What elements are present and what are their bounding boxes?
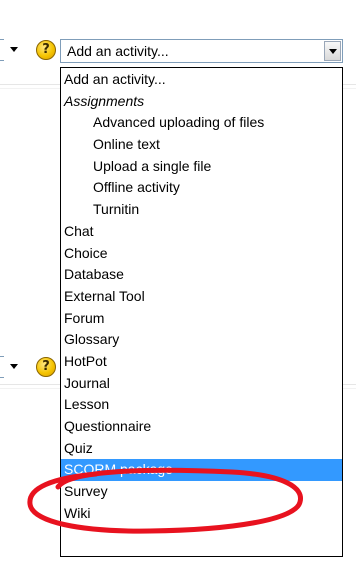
add-resource-select-edge[interactable]	[0, 39, 4, 61]
option-hotpot[interactable]: HotPot	[61, 351, 342, 373]
option-turnitin[interactable]: Turnitin	[61, 199, 342, 221]
option-upload-a-single-file[interactable]: Upload a single file	[61, 156, 342, 178]
option-survey[interactable]: Survey	[61, 481, 342, 503]
option-lesson[interactable]: Lesson	[61, 394, 342, 416]
select-dropdown-button[interactable]	[324, 41, 341, 61]
option-chat[interactable]: Chat	[61, 221, 342, 243]
option-scorm-package[interactable]: SCORM package	[61, 459, 342, 482]
activity-dropdown-list[interactable]: Add an activity... Assignments Advanced up…	[60, 67, 343, 557]
add-activity-select[interactable]: Add an activity...	[60, 39, 343, 63]
option-offline-activity[interactable]: Offline activity	[61, 177, 342, 199]
add-resource-select-edge[interactable]	[0, 356, 4, 378]
option-add-an-activity[interactable]: Add an activity...	[61, 69, 342, 91]
option-journal[interactable]: Journal	[61, 373, 342, 395]
option-questionnaire[interactable]: Questionnaire	[61, 416, 342, 438]
option-quiz[interactable]: Quiz	[61, 438, 342, 460]
chevron-down-icon[interactable]	[10, 364, 18, 369]
chevron-down-icon[interactable]	[10, 47, 18, 52]
option-advanced-uploading-of-files[interactable]: Advanced uploading of files	[61, 112, 342, 134]
option-online-text[interactable]: Online text	[61, 134, 342, 156]
help-icon[interactable]: ?	[36, 40, 56, 60]
page: ? ? Add an activity... Add an activity..…	[0, 0, 356, 567]
chevron-down-icon	[329, 49, 337, 54]
option-external-tool[interactable]: External Tool	[61, 286, 342, 308]
option-glossary[interactable]: Glossary	[61, 329, 342, 351]
option-group-assignments: Assignments	[64, 92, 145, 109]
option-choice[interactable]: Choice	[61, 243, 342, 265]
option-wiki[interactable]: Wiki	[61, 503, 342, 525]
option-database[interactable]: Database	[61, 264, 342, 286]
help-icon[interactable]: ?	[36, 357, 56, 377]
option-forum[interactable]: Forum	[61, 308, 342, 330]
select-current-value: Add an activity...	[67, 43, 169, 59]
